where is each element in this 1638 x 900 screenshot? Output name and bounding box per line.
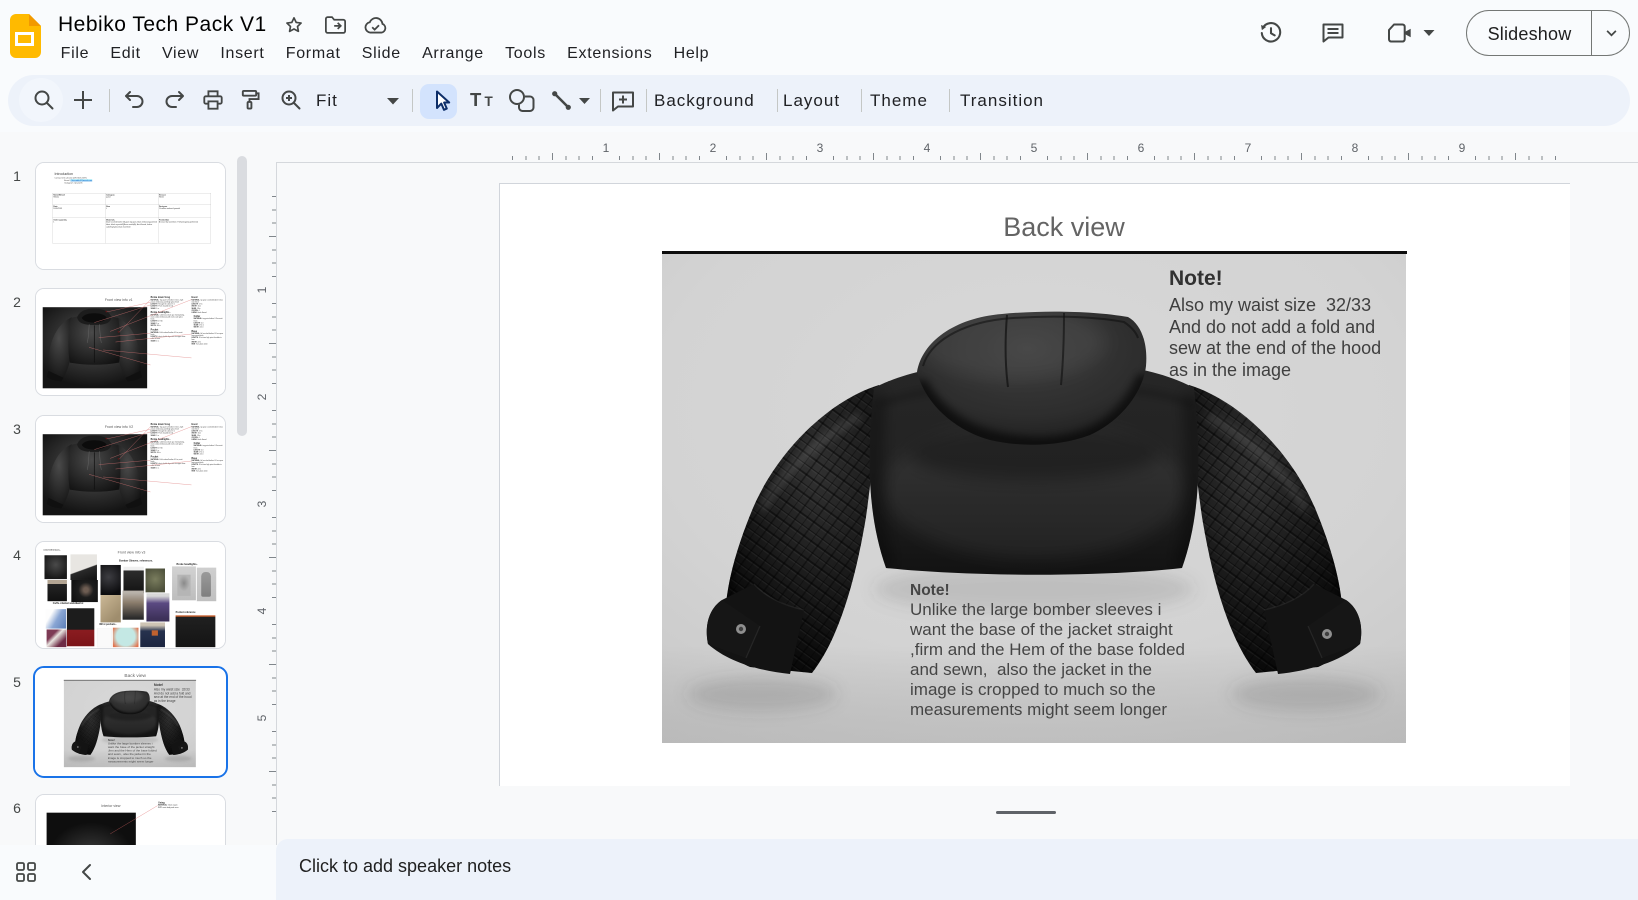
svg-text:T: T	[470, 90, 482, 110]
svg-text:T: T	[485, 94, 494, 109]
